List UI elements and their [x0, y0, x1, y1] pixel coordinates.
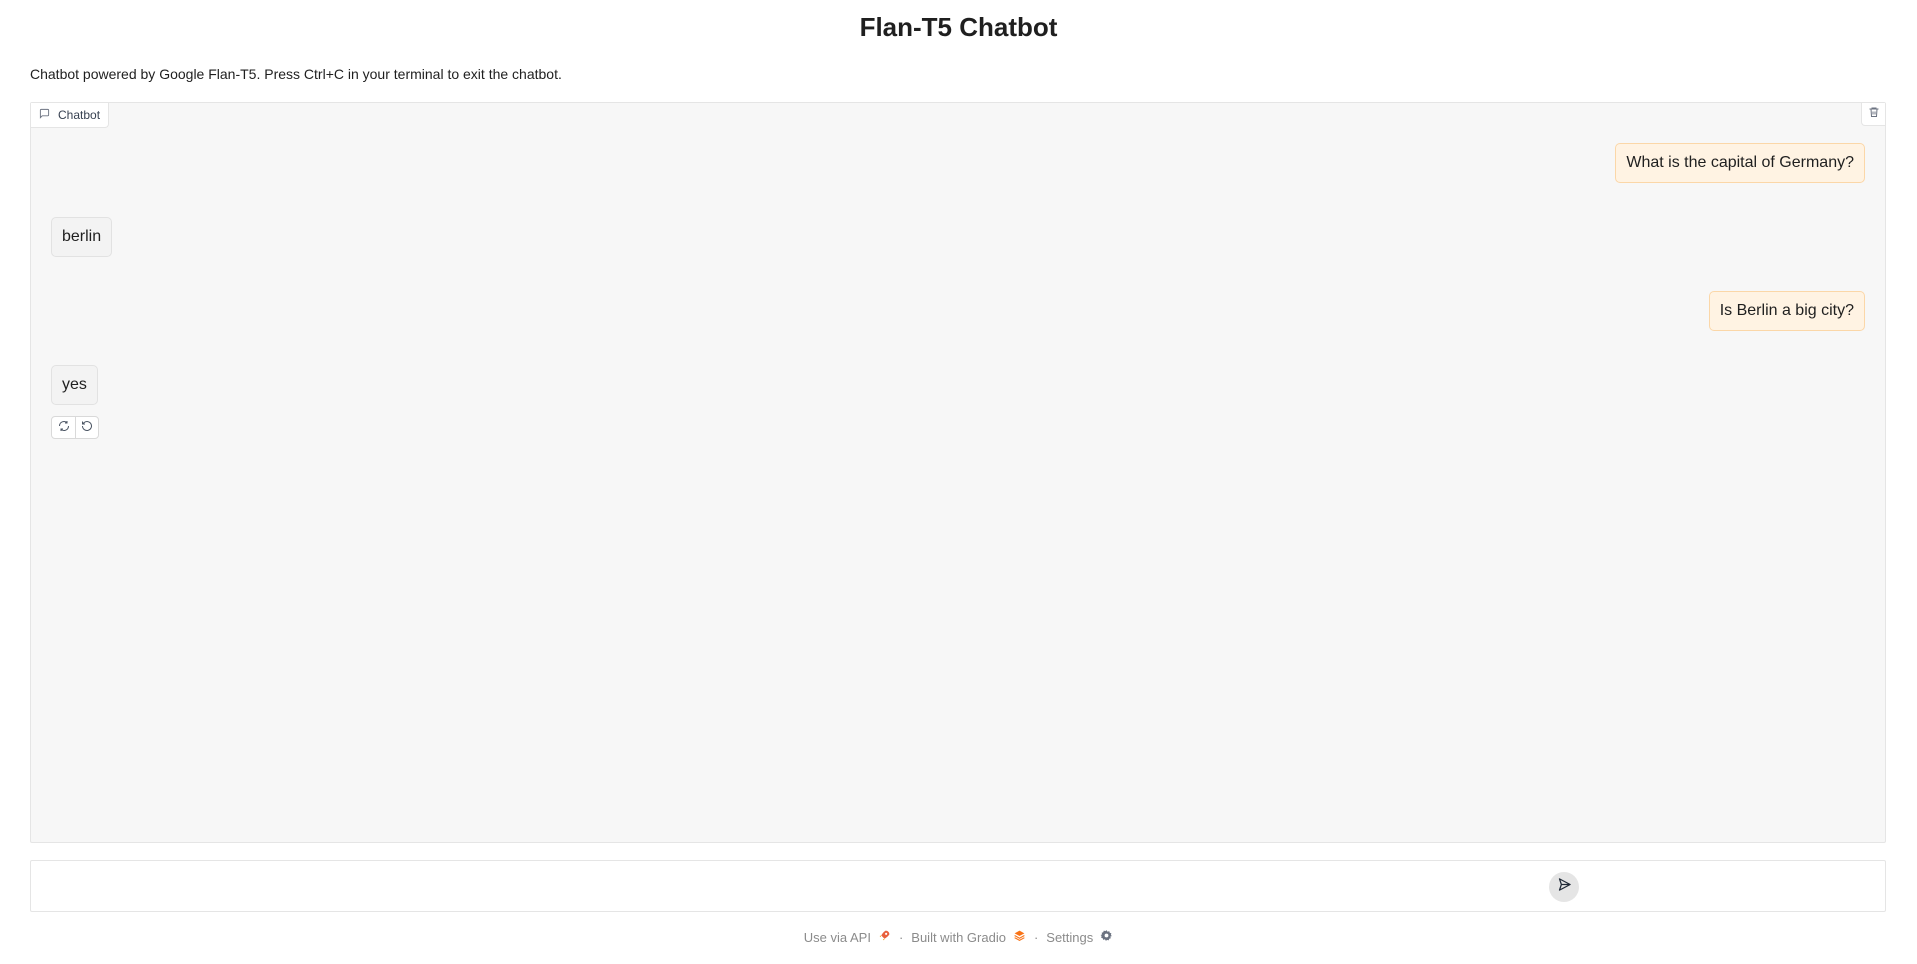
- bot-message[interactable]: berlin: [51, 217, 113, 257]
- built-with-gradio-link[interactable]: Built with Gradio: [911, 929, 1026, 945]
- page-description: Chatbot powered by Google Flan-T5. Press…: [30, 66, 562, 82]
- message-input-area: [30, 860, 1886, 912]
- send-button[interactable]: [1549, 872, 1579, 902]
- refresh-icon: [58, 419, 70, 437]
- chatbot-label-text: Chatbot: [58, 108, 101, 122]
- message-actions: [51, 416, 99, 439]
- built-with-gradio-label: Built with Gradio: [911, 929, 1006, 945]
- undo-icon: [81, 419, 93, 437]
- message-input[interactable]: [43, 871, 1543, 901]
- use-via-api-link[interactable]: Use via API: [804, 929, 891, 945]
- bot-message[interactable]: yes: [51, 365, 98, 405]
- send-icon: [1557, 877, 1572, 897]
- rocket-icon: [878, 929, 891, 945]
- chat-icon: [39, 108, 50, 122]
- page-title: Flan-T5 Chatbot: [859, 12, 1058, 42]
- footer: Use via API · Built with Gradio · Settin…: [0, 929, 1917, 945]
- retry-button[interactable]: [52, 417, 75, 438]
- chatbot-panel: Chatbot What is the capital of Germany? …: [30, 102, 1886, 843]
- footer-separator: ·: [898, 929, 904, 945]
- settings-link[interactable]: Settings: [1046, 929, 1113, 945]
- chatbot-label: Chatbot: [31, 103, 110, 128]
- clear-chat-button[interactable]: [1861, 103, 1885, 126]
- gradio-app: Flan-T5 Chatbot Chatbot powered by Googl…: [0, 0, 1917, 964]
- user-message[interactable]: What is the capital of Germany?: [1615, 143, 1865, 183]
- gradio-logo-icon: [1013, 929, 1026, 945]
- undo-button[interactable]: [75, 417, 98, 438]
- gear-icon: [1100, 929, 1113, 945]
- settings-label: Settings: [1046, 929, 1094, 945]
- use-via-api-label: Use via API: [803, 929, 871, 945]
- user-message[interactable]: Is Berlin a big city?: [1708, 291, 1865, 331]
- footer-separator: ·: [1033, 929, 1039, 945]
- trash-icon: [1868, 105, 1880, 123]
